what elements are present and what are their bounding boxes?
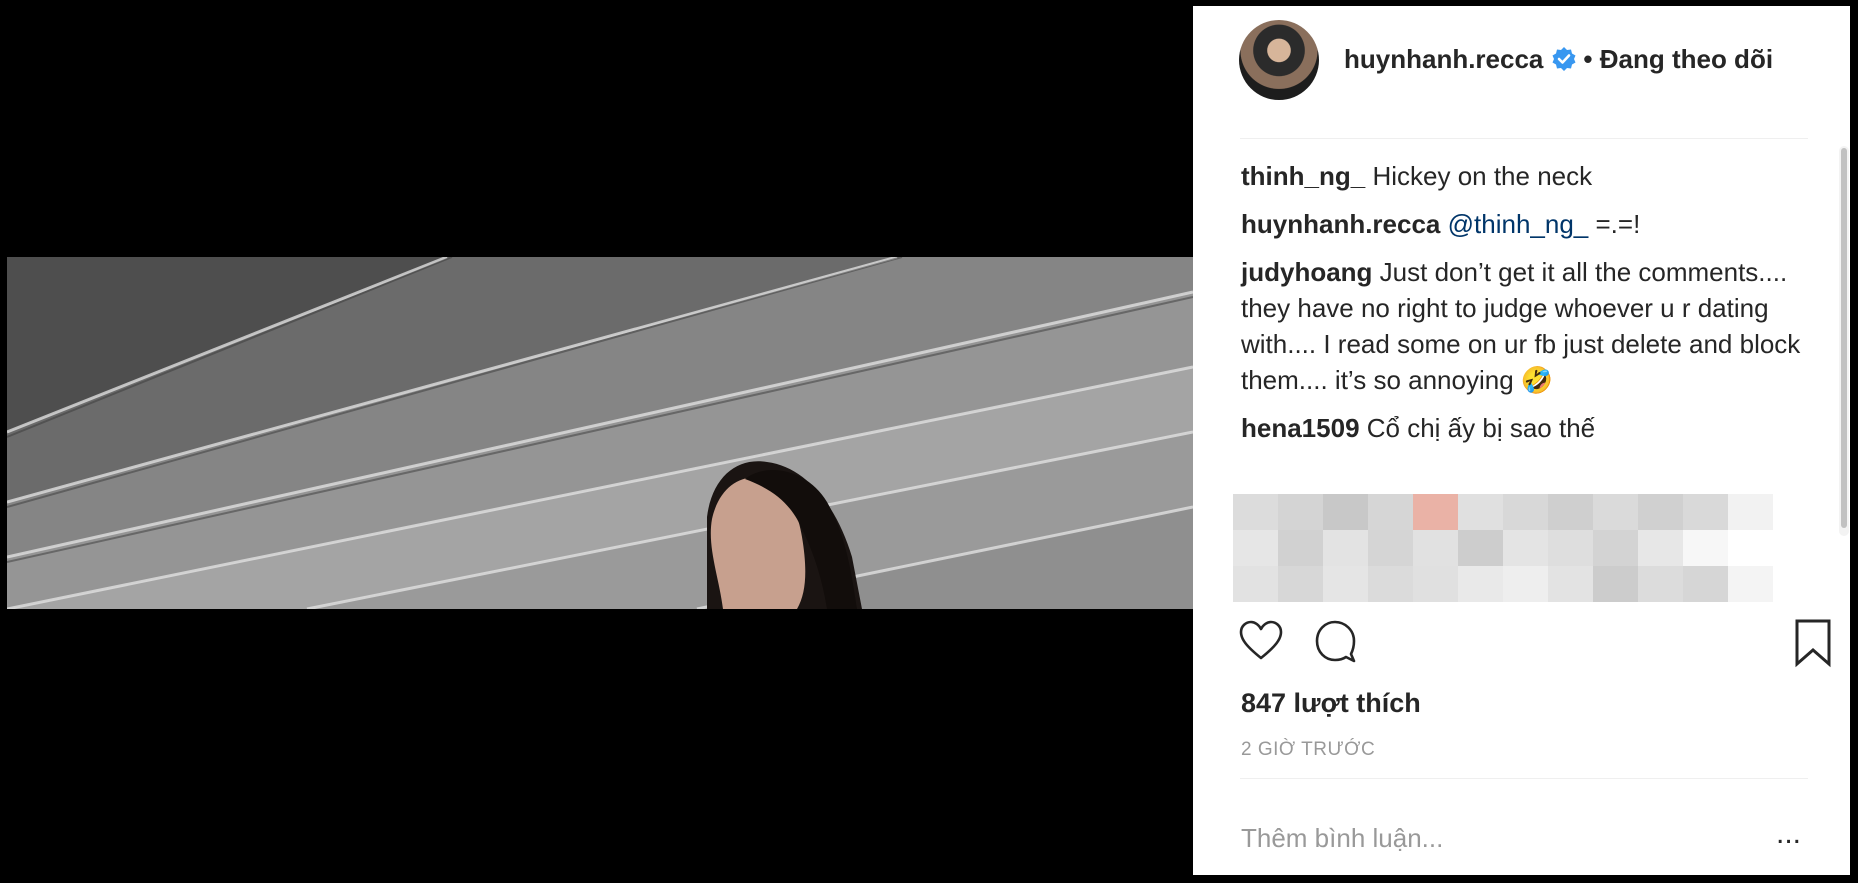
comment-username[interactable]: thinh_ng_: [1241, 161, 1365, 191]
follow-status[interactable]: • Đang theo dõi: [1583, 44, 1773, 74]
comments-scrollbar-thumb[interactable]: [1841, 148, 1847, 528]
comment-item: hena1509 Cổ chị ấy bị sao thế: [1241, 410, 1801, 446]
comment-text: Cổ chị ấy bị sao thế: [1366, 413, 1596, 443]
comment-bubble-icon[interactable]: [1313, 618, 1363, 668]
post-photo[interactable]: [7, 257, 1193, 609]
comment-text: Hickey on the neck: [1372, 161, 1593, 191]
more-options-icon[interactable]: ...: [1776, 819, 1816, 854]
pixelated-comment: [1233, 494, 1773, 604]
comment-text: =.=!: [1595, 209, 1641, 239]
comment-username[interactable]: judyhoang: [1241, 257, 1372, 287]
footer-divider: [1240, 778, 1808, 779]
author-row: huynhanh.recca • Đang theo dõi: [1344, 44, 1844, 84]
add-comment-input[interactable]: [1241, 816, 1741, 860]
comment-username[interactable]: hena1509: [1241, 413, 1360, 443]
post-side-panel: huynhanh.recca • Đang theo dõi thinh_ng_ …: [1193, 6, 1850, 875]
likes-count[interactable]: 847 lượt thích: [1241, 688, 1421, 719]
comment-item: huynhanh.recca @thinh_ng_ =.=!: [1241, 206, 1801, 242]
author-avatar[interactable]: [1239, 20, 1319, 100]
author-username[interactable]: huynhanh.recca: [1344, 44, 1543, 74]
header-divider: [1240, 138, 1808, 139]
comment-username[interactable]: huynhanh.recca: [1241, 209, 1440, 239]
bookmark-icon[interactable]: [1793, 618, 1843, 668]
comment-item: judyhoang Just don’t get it all the comm…: [1241, 254, 1801, 398]
post-timestamp[interactable]: 2 GIỜ TRƯỚC: [1241, 739, 1375, 761]
post-header: huynhanh.recca • Đang theo dõi: [1193, 6, 1850, 138]
comment-mention[interactable]: @thinh_ng_: [1448, 209, 1589, 239]
heart-icon[interactable]: [1238, 618, 1288, 668]
comment-item: thinh_ng_ Hickey on the neck: [1241, 158, 1801, 194]
action-bar: [1193, 618, 1850, 678]
post-media: [0, 0, 1193, 883]
comments-list: thinh_ng_ Hickey on the neck huynhanh.re…: [1241, 158, 1801, 458]
verified-badge-icon: [1551, 46, 1577, 72]
